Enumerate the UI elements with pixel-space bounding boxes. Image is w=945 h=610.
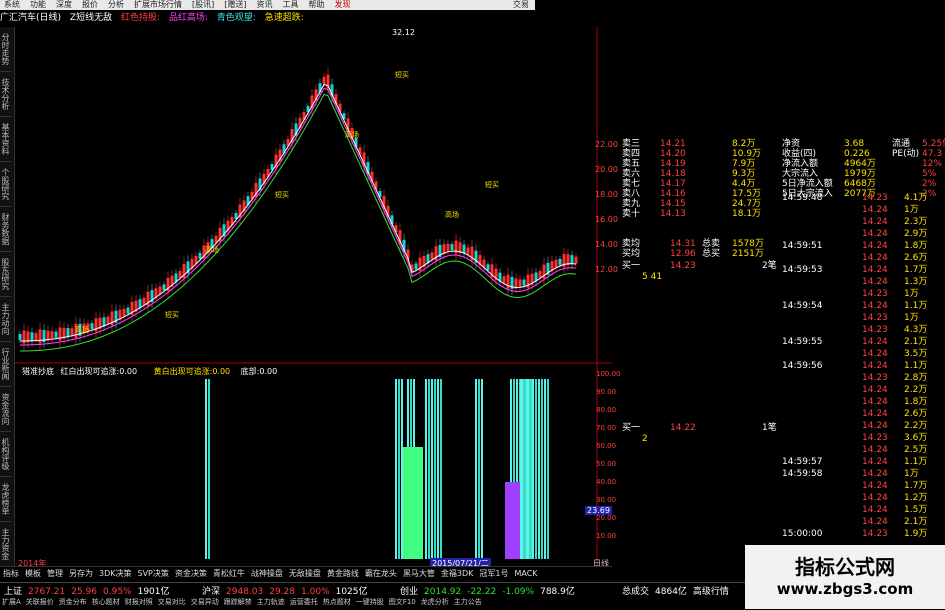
- indicator-tab[interactable]: 无敌操盘: [289, 569, 321, 578]
- menu-item[interactable]: [股讯]: [192, 0, 214, 9]
- signal-bar: [425, 379, 427, 559]
- indicator-tab[interactable]: 黄金路线: [327, 569, 359, 578]
- signal-bar: [544, 379, 546, 559]
- red-hold-label: 红色持股:: [120, 13, 160, 23]
- signal-bar: [532, 379, 534, 559]
- signal-bar: [523, 379, 525, 559]
- indicator-tab[interactable]: 霸在龙头: [365, 569, 397, 578]
- left-vertical-tabs[interactable]: 分时走势 技术分析 基本资料 个股研究 财务数据 股东研究 主力动向 行业新闻 资金流向 机构评级…: [0, 27, 15, 567]
- menu-item[interactable]: 资讯: [257, 0, 273, 9]
- menu-item[interactable]: 交易: [513, 0, 529, 10]
- menu-item[interactable]: 分析: [108, 0, 124, 9]
- signal-bar: [401, 379, 403, 559]
- peak-label: 32.12: [392, 28, 415, 37]
- indicator-tab[interactable]: 黑马大管: [403, 569, 435, 578]
- signal-bar: [478, 379, 480, 559]
- bid-qty: 2: [642, 434, 648, 444]
- signal-bar: [398, 379, 400, 559]
- kline-chart[interactable]: 32.12高场短买高场短买高场短买高场短买: [15, 27, 612, 566]
- signal-bar: [434, 379, 436, 559]
- ask-row: 卖八 14.16 17.5万: [622, 189, 762, 199]
- menu-item[interactable]: 工具: [283, 0, 299, 9]
- indicator-tab[interactable]: MACK: [514, 569, 537, 578]
- signal-label: 短买: [165, 310, 179, 319]
- signal-bar: [541, 379, 543, 559]
- signal-bar: [481, 379, 483, 559]
- menu-item[interactable]: 扩展市场行情: [134, 0, 182, 9]
- signal-bar: [475, 379, 477, 559]
- function-strip[interactable]: 扩展A 关联报价 资金分布 核心题材 财报对照 交易对比 交易异动 跟踪解禁 主力轨迹 运营委托热…: [2, 597, 487, 607]
- signal-bar: [526, 379, 528, 559]
- signal-bar: [538, 379, 540, 559]
- indicator-tab[interactable]: 战神操盘: [251, 569, 283, 578]
- menu-item[interactable]: 发现: [335, 0, 351, 9]
- ask-row: 卖三 14.21 8.2万: [622, 139, 756, 149]
- ma-line: [19, 93, 577, 352]
- signal-label: 高场: [75, 325, 89, 334]
- bid-qty: 5 41: [642, 272, 663, 282]
- ask-row: 卖五 14.19 7.9万: [622, 159, 756, 169]
- ask-row: 卖七 14.17 4.4万: [622, 179, 756, 189]
- signal-bar: [440, 379, 442, 559]
- signal-bar: [437, 379, 439, 559]
- sub-indicator-title: 猎准抄底 红白出现可追涨:0.00 黄白出现可追涨:0.00 底部:0.00: [22, 367, 278, 376]
- magenta-high-label: 品红高场:: [168, 13, 208, 23]
- indicator-tab[interactable]: 3DK决策: [99, 569, 132, 578]
- menu-item[interactable]: 系统: [4, 0, 20, 9]
- ask-row: 卖九 14.15 24.7万: [622, 199, 762, 209]
- indicator-tab[interactable]: 青松红牛: [213, 569, 245, 578]
- indicator-tab[interactable]: 另存为: [69, 569, 93, 578]
- index-quote[interactable]: 沪深 2948.03 29.28 1.00% 1025亿: [202, 584, 374, 597]
- cyan-watch-label: 青色观望:: [216, 13, 256, 23]
- indicator-tab[interactable]: 管理: [47, 569, 63, 578]
- indicator-tab[interactable]: 资金决策: [175, 569, 207, 578]
- signal-bar: [208, 379, 210, 559]
- indicator-tab[interactable]: 模板: [25, 569, 41, 578]
- signal-label: 高场: [445, 210, 459, 219]
- indicator-tabs[interactable]: 指标 模板 管理 另存为 3DK决策 SVP决策 资金决策 青松红牛 战神操盘 无敌操盘 黄金路线霸…: [0, 566, 612, 581]
- ask-row: 卖六 14.18 9.3万: [622, 169, 756, 179]
- signal-label: 高场: [205, 245, 219, 254]
- ask-row: 卖四 14.20 10.9万: [622, 149, 762, 159]
- signal-bar: [428, 379, 430, 559]
- menu-item[interactable]: 功能: [30, 0, 46, 9]
- ma-line: [19, 87, 577, 346]
- signal-label: 短买: [485, 180, 499, 189]
- quote-panel: 卖三 14.21 8.2万 卖四 14.20 10.9万 卖五 14.19 7.9万 卖六 14.1…: [622, 139, 945, 539]
- indicator-name[interactable]: Z短线无敌: [70, 13, 112, 23]
- menu-bar: 系统 功能 深度 报价 分析 扩展市场行情 [股讯] [赠送] 资讯 工具 帮助 发现 交易: [0, 0, 535, 10]
- index-quote[interactable]: 上证 2767.21 25.96 0.95% 1901亿: [4, 584, 176, 597]
- indicator-tab[interactable]: 指标: [3, 569, 19, 578]
- index-quote[interactable]: 创业 2014.92 -22.22 -1.09% 788.9亿: [400, 584, 581, 597]
- total-turnover: 总成交 4864亿 高级行情: [622, 587, 729, 597]
- oversold-label: 急速超跌:: [264, 13, 304, 23]
- signal-label: 短买: [275, 190, 289, 199]
- indicator-tab[interactable]: 冠军1号: [479, 569, 508, 578]
- stock-name: 广汇汽车(日线): [0, 13, 62, 23]
- signal-bar: [431, 379, 433, 559]
- indicator-tab[interactable]: 金福3DK: [441, 569, 474, 578]
- signal-bar: [529, 379, 531, 559]
- signal-bar: [535, 379, 537, 559]
- indicator-tab[interactable]: SVP决策: [138, 569, 169, 578]
- menu-item[interactable]: 帮助: [309, 0, 325, 9]
- ma-line: [19, 83, 577, 342]
- signal-bar: [395, 379, 397, 559]
- sub-marker: 23.69: [585, 506, 612, 515]
- signal-bar: [547, 379, 549, 559]
- signal-bar: [205, 379, 207, 559]
- menu-item[interactable]: [赠送]: [224, 0, 246, 9]
- site-watermark: 指标公式网 www.zbgs3.com: [745, 545, 945, 609]
- ask-row: 卖十 14.13 18.1万: [622, 209, 762, 219]
- menu-item[interactable]: 深度: [56, 0, 72, 9]
- signal-label: 高场: [345, 130, 359, 139]
- menu-item[interactable]: 报价: [82, 0, 98, 9]
- chart-title-bar: 广汇汽车(日线) Z短线无敌 红色持股: 品红高场: 青色观望: 急速超跌:: [0, 10, 535, 27]
- signal-bar: [520, 379, 522, 559]
- signal-label: 短买: [395, 70, 409, 79]
